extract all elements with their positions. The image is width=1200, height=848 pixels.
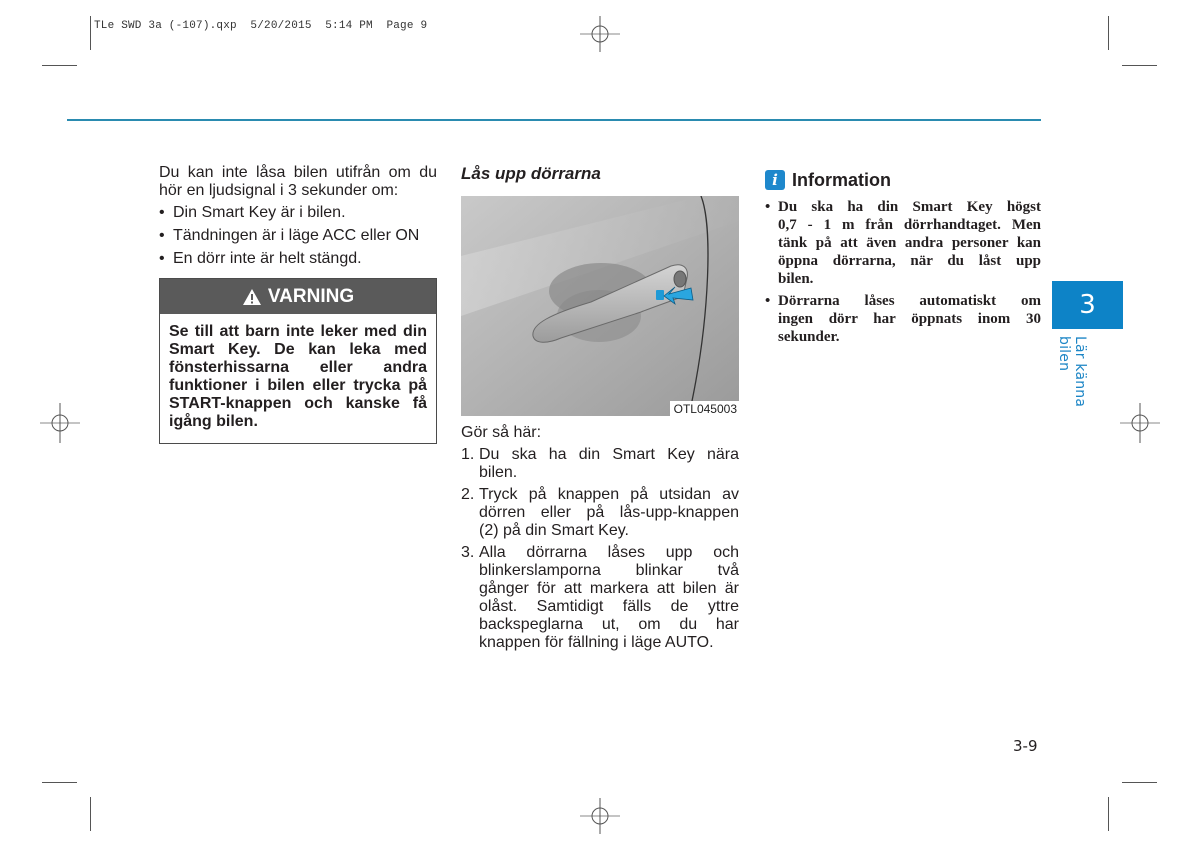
info-line: ingen dörr har öppnats inom 30 [778, 311, 1041, 327]
step-line: Alla dörrarna låses upp och [479, 544, 739, 561]
info-line: Du ska ha din Smart Key högst [778, 199, 1041, 215]
crop-mark [90, 797, 91, 831]
list-item: • Du ska ha din Smart Key högst 0,7 - 1 … [765, 198, 1041, 288]
column-1: Du kan inte låsa bilen utifrån om du hör… [159, 164, 437, 273]
warning-line: igång bilen. [169, 413, 258, 430]
list-item-text: Din Smart Key är i bilen. [173, 204, 346, 221]
step-item: 2. Tryck på knappen på utsidan av dörren… [461, 486, 739, 540]
crop-mark [1108, 16, 1109, 50]
info-line: tänk på att även andra personer kan [778, 235, 1041, 251]
info-icon: i [765, 170, 785, 190]
step-line: backspeglarna ut, om du har [479, 616, 739, 633]
door-handle-illustration [461, 196, 739, 416]
crop-mark [1108, 797, 1109, 831]
intro-line: hör en ljudsignal i 3 sekunder om: [159, 182, 399, 199]
crop-mark [1122, 782, 1157, 783]
warning-box: VARNING Se till att barn inte leker med … [159, 278, 437, 444]
information-title: Information [792, 169, 891, 190]
step-item: 1. Du ska ha din Smart Key nära bilen. [461, 446, 739, 482]
crop-mark [90, 16, 91, 50]
registration-mark-top [580, 16, 620, 52]
step-line: Du ska ha din Smart Key nära [479, 446, 739, 463]
info-line: Dörrarna låses automatiskt om [778, 293, 1041, 309]
info-line: öppna dörrarna, när du låst upp [778, 253, 1041, 269]
information-header: i Information [765, 170, 1041, 190]
door-handle-figure: OTL045003 [461, 196, 739, 416]
step-line: (2) på din Smart Key. [479, 522, 629, 539]
intro-line: Du kan inte låsa bilen utifrån om du [159, 164, 437, 181]
warning-line: funktioner i bilen eller trycka på [169, 377, 427, 394]
information-list: • Du ska ha din Smart Key högst 0,7 - 1 … [765, 198, 1041, 346]
list-item: • Din Smart Key är i bilen. [159, 204, 437, 222]
figure-code: OTL045003 [669, 401, 739, 416]
warning-line: Se till att barn inte leker med din [169, 323, 427, 340]
step-number: 1. [461, 446, 475, 463]
information-box: i Information • Du ska ha din Smart Key … [765, 170, 1041, 350]
step-item: 3. Alla dörrarna låses upp och blinkersl… [461, 544, 739, 652]
bullet-icon: • [765, 293, 771, 309]
warning-header: VARNING [160, 279, 436, 314]
info-line: 0,7 - 1 m från dörrhandtaget. Men [778, 217, 1041, 233]
warning-line: Smart Key. De kan leka med [169, 341, 427, 358]
registration-mark-right [1120, 403, 1160, 443]
step-line: blinkerslamporna blinkar två [479, 562, 739, 579]
condition-list: • Din Smart Key är i bilen. • Tändningen ä… [159, 204, 437, 268]
bullet-icon: • [159, 227, 165, 244]
step-line: dörren eller på lås-upp-knappen [479, 504, 739, 521]
info-line: sekunder. [778, 329, 840, 345]
chapter-label: Lär känna bilen [1056, 336, 1088, 408]
warning-line: START-knappen och kanske få [169, 395, 427, 412]
crop-mark [1122, 65, 1157, 66]
crop-mark [42, 65, 77, 66]
step-line: gånger för att markera att bilen är [479, 580, 739, 597]
print-slug: TLe SWD 3a (-107).qxp 5/20/2015 5:14 PM … [94, 20, 428, 32]
column-2: Lås upp dörrarna [461, 164, 739, 184]
header-rule [67, 119, 1041, 121]
step-line: knappen för fällning i läge AUTO. [479, 634, 714, 651]
intro-paragraph: Du kan inte låsa bilen utifrån om du hör… [159, 164, 437, 200]
registration-mark-left [40, 403, 80, 443]
warning-triangle-icon [242, 288, 261, 305]
warning-line: fönsterhissarna eller andra [169, 359, 427, 376]
bullet-icon: • [765, 199, 771, 215]
chapter-tab[interactable]: 3 [1052, 281, 1123, 329]
instructions: Gör så här: 1. Du ska ha din Smart Key n… [461, 424, 739, 656]
step-number: 3. [461, 544, 475, 561]
list-item: • Tändningen är i läge ACC eller ON [159, 227, 437, 245]
list-item-text: En dörr inte är helt stängd. [173, 250, 362, 267]
bullet-icon: • [159, 204, 165, 221]
section-title: Lås upp dörrarna [461, 164, 601, 183]
step-line: bilen. [479, 464, 518, 481]
list-item: • Dörrarna låses automatiskt om ingen dö… [765, 292, 1041, 346]
bullet-icon: • [159, 250, 165, 267]
list-item-text: Tändningen är i läge ACC eller ON [173, 227, 420, 244]
page-number: 3-9 [1013, 737, 1038, 755]
info-line: bilen. [778, 271, 814, 287]
steps-list: 1. Du ska ha din Smart Key nära bilen. 2… [461, 446, 739, 652]
warning-text: Se till att barn inte leker med din Smar… [160, 314, 436, 431]
step-line: Tryck på knappen på utsidan av [479, 486, 739, 503]
instructions-lead: Gör så här: [461, 424, 542, 441]
list-item: • En dörr inte är helt stängd. [159, 250, 437, 268]
crop-mark [42, 782, 77, 783]
step-number: 2. [461, 486, 475, 503]
warning-title: VARNING [267, 285, 355, 307]
step-line: olåst. Samtidigt fälls de yttre [479, 598, 739, 615]
registration-mark-bottom [580, 798, 620, 834]
